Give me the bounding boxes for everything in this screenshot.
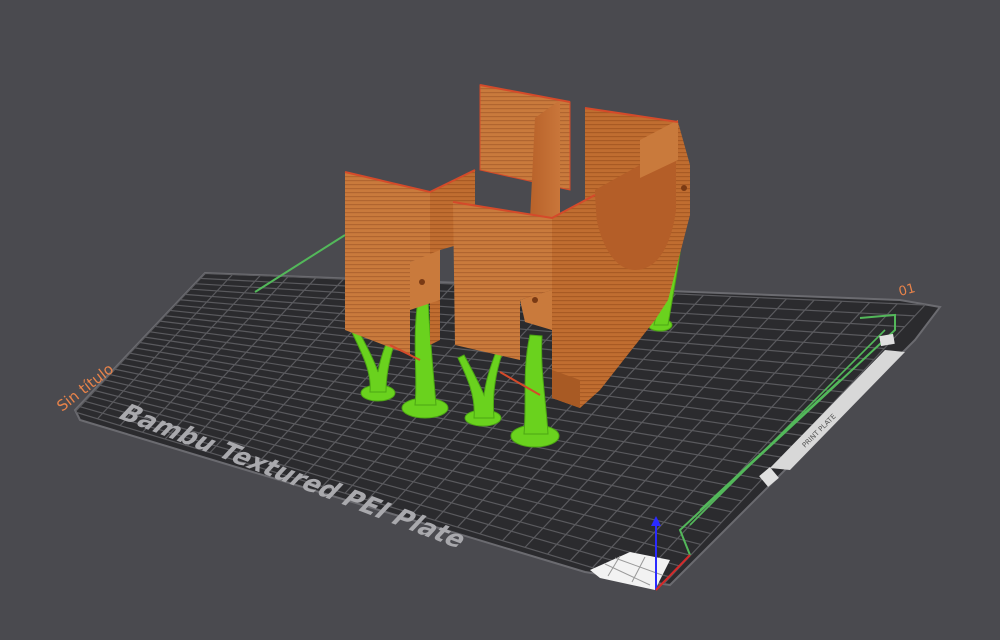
- viewport-canvas[interactable]: PRINT PLATE Sin título 01 Bambu Textured…: [0, 0, 1000, 640]
- plate-index-text: 01: [897, 281, 917, 300]
- mount-hole: [532, 297, 538, 303]
- mount-hole: [681, 185, 687, 191]
- 3d-viewport[interactable]: PRINT PLATE Sin título 01 Bambu Textured…: [0, 0, 1000, 640]
- mount-hole: [419, 279, 425, 285]
